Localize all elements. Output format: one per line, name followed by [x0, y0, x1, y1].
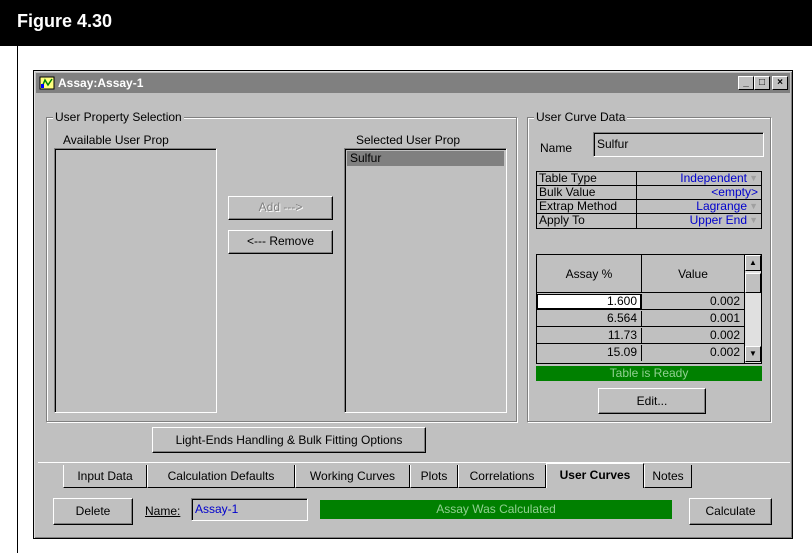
available-user-prop-label: Available User Prop	[63, 133, 169, 147]
assay-app-icon	[39, 76, 55, 90]
dropdown-arrow-icon[interactable]: ▼	[749, 172, 758, 185]
curve-name-field[interactable]: Sulfur	[593, 132, 764, 157]
prop-row-bulk-value[interactable]: Bulk Value <empty>	[537, 186, 761, 200]
window-title: Assay:Assay-1	[58, 76, 144, 90]
selected-user-prop-label: Selected User Prop	[356, 133, 461, 147]
prop-key: Extrap Method	[537, 200, 637, 213]
delete-button[interactable]: Delete	[53, 498, 133, 525]
prop-key: Apply To	[537, 214, 637, 228]
prop-key: Bulk Value	[537, 186, 637, 199]
tab-plots[interactable]: Plots	[410, 465, 458, 488]
minimize-button[interactable]: _	[738, 76, 754, 90]
dropdown-arrow-icon[interactable]: ▼	[749, 214, 758, 227]
close-button[interactable]: ×	[772, 76, 788, 90]
add-button[interactable]: Add --->	[228, 196, 333, 220]
scroll-up-icon[interactable]: ▲	[745, 255, 761, 271]
tab-input-data[interactable]: Input Data	[63, 465, 147, 488]
prop-row-apply-to[interactable]: Apply To Upper End ▼	[537, 214, 761, 228]
grid-scrollbar[interactable]: ▲ ▼	[744, 255, 761, 363]
available-user-prop-list[interactable]	[54, 148, 217, 413]
tab-user-curves[interactable]: User Curves	[546, 463, 644, 488]
list-item-sulfur[interactable]: Sulfur	[347, 151, 504, 166]
table-cell[interactable]: 0.002	[642, 345, 744, 361]
maximize-icon: □	[758, 77, 766, 88]
close-icon: ×	[777, 77, 783, 88]
assay-name-label: Name:	[145, 504, 181, 518]
minimize-icon: _	[743, 77, 749, 88]
table-cell[interactable]: 0.001	[642, 311, 744, 327]
prop-key: Table Type	[537, 172, 637, 185]
remove-button[interactable]: <--- Remove	[228, 230, 333, 254]
calculate-button[interactable]: Calculate	[689, 498, 772, 525]
tab-notes[interactable]: Notes	[644, 465, 692, 488]
table-cell[interactable]: 1.600	[537, 294, 642, 310]
figure-title: Figure 4.30	[17, 11, 113, 31]
curve-name-label: Name	[540, 141, 573, 155]
maximize-button[interactable]: □	[754, 76, 770, 90]
table-cell[interactable]: 11.73	[537, 328, 642, 344]
prop-row-table-type[interactable]: Table Type Independent ▼	[537, 172, 761, 186]
scroll-thumb[interactable]	[745, 273, 761, 293]
prop-value-extrap-method[interactable]: Lagrange ▼	[637, 200, 761, 213]
dropdown-arrow-icon[interactable]: ▼	[749, 200, 758, 213]
prop-value-bulk-value[interactable]: <empty>	[637, 186, 761, 199]
edit-button[interactable]: Edit...	[598, 388, 706, 414]
selected-user-prop-list[interactable]: Sulfur	[344, 148, 507, 413]
curve-data-grid: Assay % Value 1.600 0.002 6.564 0.001 11…	[536, 254, 762, 364]
column-header-assay[interactable]: Assay %	[537, 255, 642, 293]
assay-name-field[interactable]: Assay-1	[191, 498, 308, 521]
curve-properties-table: Table Type Independent ▼ Bulk Value <empt…	[536, 171, 762, 229]
user-curve-data-label: User Curve Data	[534, 110, 628, 124]
assay-status-bar: Assay Was Calculated	[320, 500, 672, 519]
scroll-down-icon[interactable]: ▼	[745, 346, 761, 362]
tab-calculation-defaults[interactable]: Calculation Defaults	[147, 465, 295, 488]
light-ends-options-button[interactable]: Light-Ends Handling & Bulk Fitting Optio…	[152, 427, 426, 453]
table-cell[interactable]: 6.564	[537, 311, 642, 327]
column-header-value[interactable]: Value	[642, 255, 744, 293]
prop-value-table-type[interactable]: Independent ▼	[637, 172, 761, 185]
tab-working-curves[interactable]: Working Curves	[295, 465, 410, 488]
table-cell[interactable]: 0.002	[642, 294, 744, 310]
prop-row-extrap-method[interactable]: Extrap Method Lagrange ▼	[537, 200, 761, 214]
table-cell[interactable]: 15.09	[537, 345, 642, 361]
table-status-bar: Table is Ready	[536, 366, 762, 381]
tab-correlations[interactable]: Correlations	[458, 465, 546, 488]
tab-strip-line	[38, 462, 790, 463]
table-cell[interactable]: 0.002	[642, 328, 744, 344]
figure-header: Figure 4.30	[0, 0, 812, 46]
window-titlebar[interactable]: Assay:Assay-1 _ □ ×	[36, 73, 790, 93]
prop-value-apply-to[interactable]: Upper End ▼	[637, 214, 761, 228]
user-property-selection-label: User Property Selection	[53, 110, 184, 124]
